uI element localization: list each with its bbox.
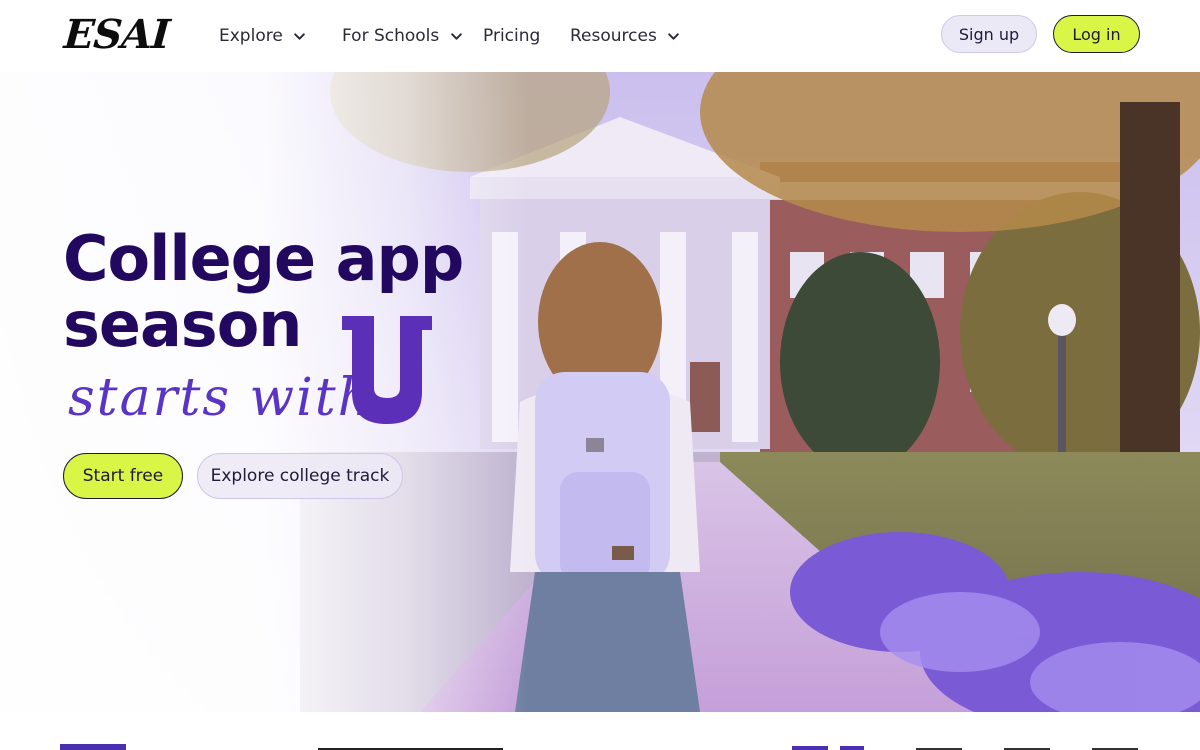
nav-for-schools[interactable]: For Schools (342, 24, 463, 48)
start-free-button[interactable]: Start free (63, 453, 183, 499)
press-logo-3 (792, 746, 828, 750)
chevron-down-icon (449, 29, 463, 43)
press-logo-1 (60, 744, 126, 750)
log-in-button[interactable]: Log in (1053, 15, 1140, 53)
u-emblem-icon (342, 316, 432, 424)
hero-headline-line-1: College app (63, 222, 464, 295)
hero-script-text: starts with (68, 368, 374, 428)
nav-explore[interactable]: Explore (219, 24, 307, 48)
nav-explore-label: Explore (219, 26, 283, 46)
sign-up-button[interactable]: Sign up (941, 15, 1037, 53)
press-logos-strip (0, 712, 1200, 750)
explore-college-track-button[interactable]: Explore college track (197, 453, 403, 499)
chevron-down-icon (667, 29, 681, 43)
esai-logo[interactable]: ESAI (62, 11, 170, 58)
nav-for-schools-label: For Schools (342, 26, 440, 46)
top-navigation-bar: ESAI Explore For Schools Pricing Resourc… (0, 0, 1200, 72)
press-logo-4 (840, 746, 864, 750)
hero-section: College app season starts with Start fre… (0, 72, 1200, 712)
chevron-down-icon (293, 29, 307, 43)
nav-pricing[interactable]: Pricing (483, 24, 540, 48)
nav-resources-label: Resources (570, 26, 657, 46)
nav-resources[interactable]: Resources (570, 24, 681, 48)
nav-pricing-label: Pricing (483, 26, 541, 46)
